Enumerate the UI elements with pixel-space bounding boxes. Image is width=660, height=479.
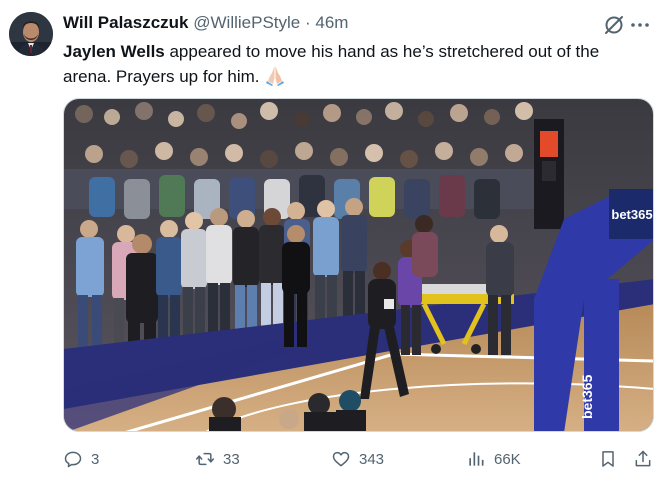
tweet-header: Will Palaszczuk @WilliePStyle · 46m <box>63 13 348 33</box>
author-avatar[interactable] <box>9 12 53 56</box>
analytics-icon <box>469 452 484 466</box>
heart-icon <box>332 451 350 467</box>
reply-count: 3 <box>91 450 100 468</box>
author-display-name[interactable]: Will Palaszczuk <box>63 13 189 32</box>
repost-icon <box>195 452 215 466</box>
repost-count: 33 <box>223 450 240 468</box>
header-separator: · <box>304 13 311 32</box>
author-handle[interactable]: @WilliePStyle <box>193 13 300 32</box>
repost-button[interactable]: 33 <box>195 446 240 472</box>
pray-emoji-icon <box>264 64 286 86</box>
tweet-text-mention: Jaylen Wells <box>63 42 165 61</box>
reply-icon <box>64 451 82 468</box>
like-button[interactable]: 343 <box>331 446 384 472</box>
scoreboard-ad-text: bet365 <box>611 207 652 222</box>
more-options-icon[interactable] <box>628 13 652 37</box>
bookmark-button[interactable] <box>598 446 618 472</box>
like-count: 343 <box>359 450 385 468</box>
tweet-text: Jaylen Wells appeared to move his hand a… <box>63 39 648 89</box>
share-icon <box>635 450 651 467</box>
views-button[interactable]: 66K <box>466 446 521 472</box>
views-count: 66K <box>494 450 521 468</box>
tweet-media-video[interactable]: bet365 bet365 <box>63 98 654 432</box>
video-frame-illustration: bet365 bet365 <box>64 99 653 431</box>
bookmark-icon <box>602 451 614 467</box>
reply-button[interactable]: 3 <box>63 446 99 472</box>
tweet-actions: 3 33 343 66K <box>63 446 653 472</box>
tweet-timestamp[interactable]: 46m <box>315 13 348 32</box>
grok-icon[interactable] <box>602 13 626 37</box>
share-button[interactable] <box>633 446 653 472</box>
stanchion-ad-text: bet365 <box>579 374 595 419</box>
